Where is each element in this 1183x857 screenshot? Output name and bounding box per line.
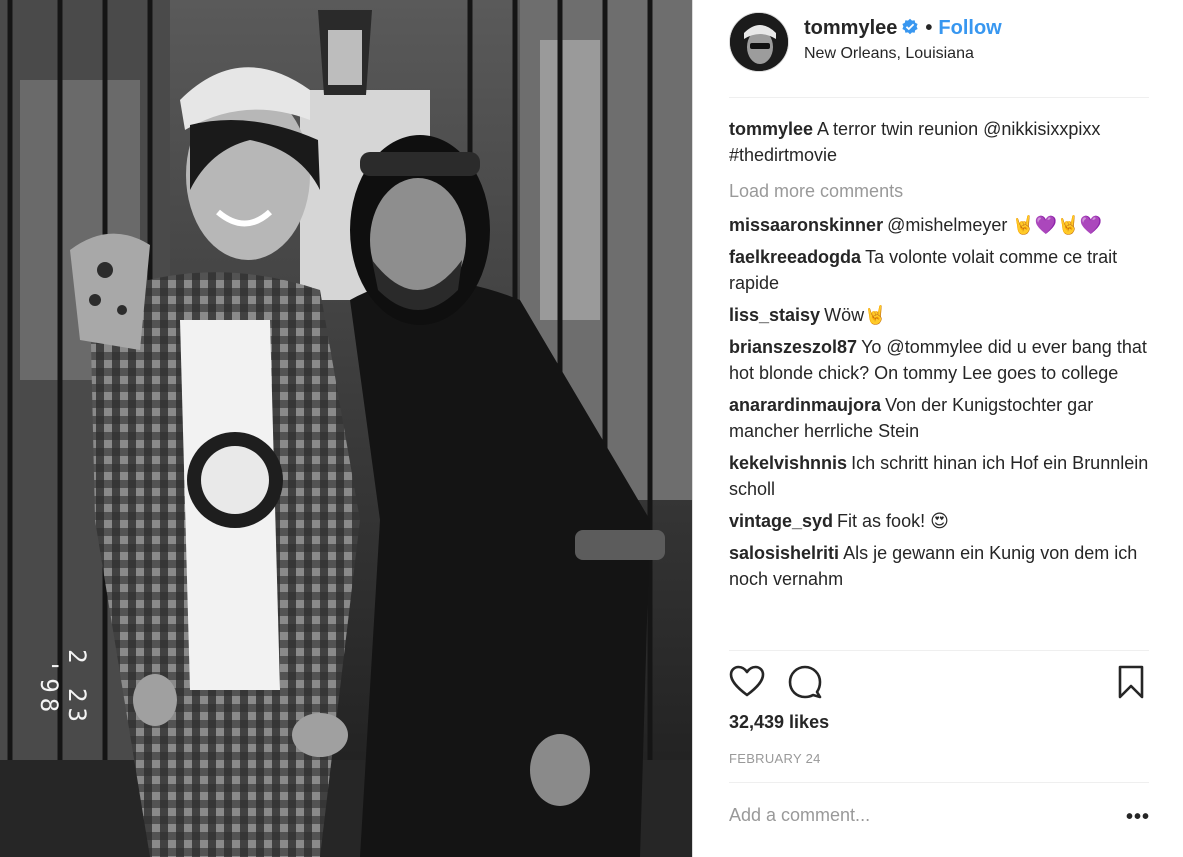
comment-text: Wöw🤘: [824, 305, 887, 325]
comment-username[interactable]: kekelvishnnis: [729, 453, 847, 473]
post-caption: tommylee A terror twin reunion @nikkisixx…: [729, 116, 1154, 168]
header-divider: [729, 97, 1149, 98]
comments-section: tommylee A terror twin reunion @nikkisixx…: [729, 116, 1154, 598]
comments-divider: [729, 650, 1149, 651]
comment-item: anarardinmaujora Von der Kunigstochter ga…: [729, 392, 1154, 444]
comment-username[interactable]: missaaronskinner: [729, 215, 883, 235]
avatar-image: [730, 13, 788, 71]
post-photo[interactable]: 2 23 '98: [0, 0, 692, 857]
username-link[interactable]: tommylee: [804, 17, 897, 39]
post-side-panel: tommylee • Follow New Orleans, Louisiana t…: [693, 0, 1183, 857]
comment-item: brianszeszol87 Yo @tommylee did u ever ba…: [729, 334, 1154, 386]
footer-divider: [729, 782, 1149, 783]
comment-text: Fit as fook! 😍: [837, 511, 949, 531]
avatar[interactable]: [729, 12, 789, 72]
bookmark-icon[interactable]: [1115, 664, 1147, 705]
comment-bubble-icon[interactable]: [787, 664, 823, 705]
comment-username[interactable]: anarardinmaujora: [729, 395, 881, 415]
comment-username[interactable]: liss_staisy: [729, 305, 820, 325]
comment-item: vintage_syd Fit as fook! 😍: [729, 508, 1154, 534]
add-comment-input[interactable]: [729, 805, 1149, 826]
heart-icon[interactable]: [729, 664, 765, 705]
comment-username[interactable]: faelkreeadogda: [729, 247, 861, 267]
post-header: tommylee • Follow New Orleans, Louisiana: [729, 12, 1149, 72]
photo-date-stamp: 2 23 '98: [35, 649, 91, 727]
comment-item: liss_staisy Wöw🤘: [729, 302, 1154, 328]
comment-username[interactable]: salosishelriti: [729, 543, 839, 563]
comment-item: salosishelriti Als je gewann ein Kunig vo…: [729, 540, 1154, 592]
follow-button[interactable]: Follow: [938, 17, 1001, 39]
comment-item: missaaronskinner @mishelmeyer 🤘💜🤘💜: [729, 212, 1154, 238]
comment-item: faelkreeadogda Ta volonte volait comme ce…: [729, 244, 1154, 296]
load-more-comments-button[interactable]: Load more comments: [729, 178, 1154, 204]
location-link[interactable]: New Orleans, Louisiana: [804, 45, 974, 63]
likes-count[interactable]: 32,439 likes: [729, 712, 829, 733]
more-options-icon[interactable]: •••: [1126, 806, 1150, 829]
comment-text: @mishelmeyer 🤘💜🤘💜: [887, 215, 1103, 235]
comment-username[interactable]: brianszeszol87: [729, 337, 857, 357]
post-photo-image: [0, 0, 692, 857]
comment-item: kekelvishnnis Ich schritt hinan ich Hof e…: [729, 450, 1154, 502]
post-actions: [729, 664, 1149, 704]
separator-dot: •: [925, 17, 933, 39]
post-author: tommylee • Follow: [804, 17, 1002, 42]
caption-username[interactable]: tommylee: [729, 119, 813, 139]
comment-username[interactable]: vintage_syd: [729, 511, 833, 531]
post-date: FEBRUARY 24: [729, 751, 821, 766]
verified-badge-icon: [901, 18, 919, 42]
